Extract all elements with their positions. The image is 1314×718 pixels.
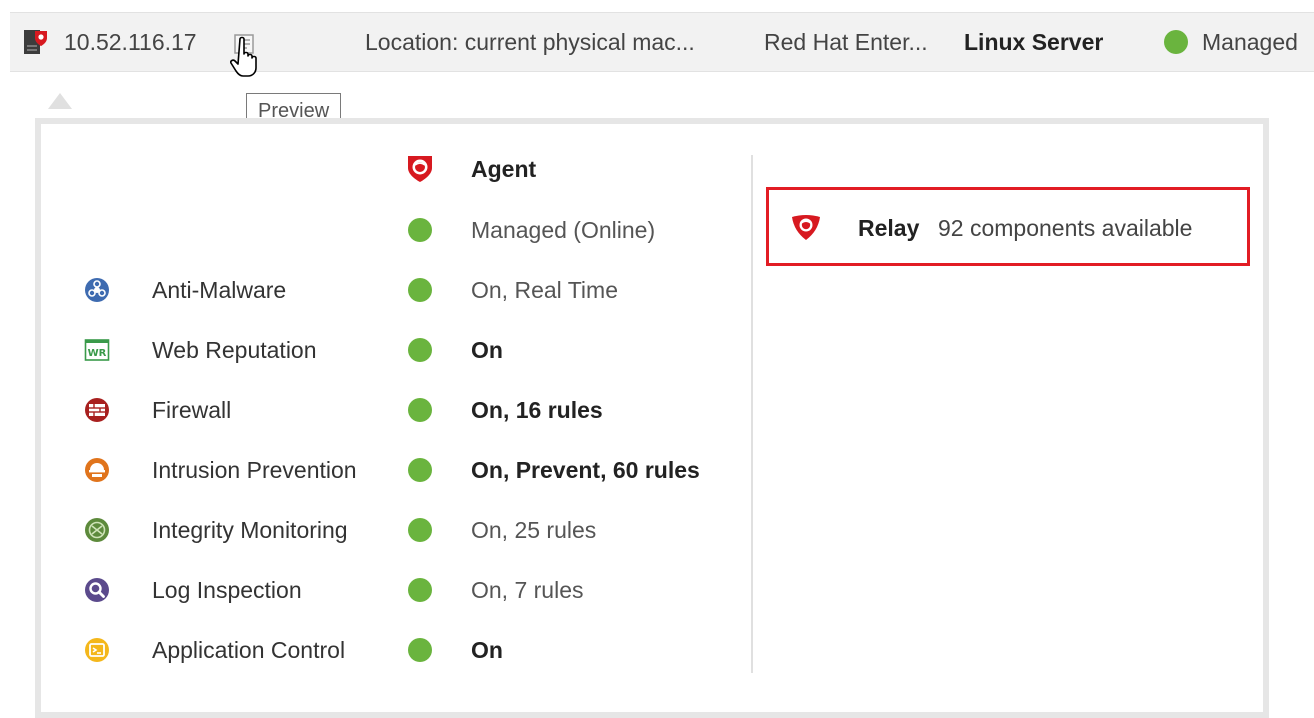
relay-components-info: 92 components available: [938, 215, 1193, 241]
relay-icon: [792, 215, 820, 240]
computer-ip[interactable]: 10.52.116.17: [64, 13, 197, 71]
feature-name: Integrity Monitoring: [152, 517, 348, 543]
preview-icon[interactable]: [232, 33, 258, 55]
firewall-icon: [85, 398, 109, 422]
status-dot: [408, 578, 432, 602]
feature-name: Firewall: [152, 397, 232, 423]
feature-status: On, 25 rules: [471, 517, 597, 543]
feature-row-log-inspection: Log Inspection On, 7 rules: [0, 570, 740, 610]
server-shield-icon: [24, 30, 47, 54]
popup-divider: [751, 155, 753, 673]
status-dot: [408, 458, 432, 482]
feature-status: On, 7 rules: [471, 577, 584, 603]
feature-row-anti-malware: Anti-Malware On, Real Time: [0, 270, 740, 310]
feature-status: On: [471, 337, 503, 363]
computer-location: Location: current physical mac...: [365, 29, 695, 55]
relay-label: Relay: [858, 215, 920, 241]
svg-text:WR: WR: [88, 348, 107, 359]
status-dot: [408, 338, 432, 362]
feature-status: On, 16 rules: [471, 397, 603, 423]
integrity-monitoring-icon: [85, 518, 109, 542]
computer-row[interactable]: 10.52.116.17 Location: current physical …: [10, 12, 1314, 72]
feature-status: On, Real Time: [471, 277, 618, 303]
web-reputation-icon: WR: [84, 339, 110, 361]
feature-name: Application Control: [152, 637, 346, 663]
status-dot: [408, 398, 432, 422]
anti-malware-icon: [85, 278, 109, 302]
feature-name: Intrusion Prevention: [152, 457, 357, 483]
status-dot: [408, 278, 432, 302]
computer-status-dot: [1164, 30, 1188, 54]
feature-status: On: [471, 637, 503, 663]
feature-row-web-reputation: WR Web Reputation On: [0, 330, 740, 370]
log-inspection-icon: [85, 578, 109, 602]
popup-arrow: [48, 93, 72, 109]
agent-icon: [408, 156, 432, 182]
feature-row-intrusion-prevention: Intrusion Prevention On, Prevent, 60 rul…: [0, 450, 740, 490]
feature-row-integrity-monitoring: Integrity Monitoring On, 25 rules: [0, 510, 740, 550]
application-control-icon: [85, 638, 109, 662]
feature-row-firewall: Firewall On, 16 rules: [0, 390, 740, 430]
computer-os: Red Hat Enter...: [764, 29, 928, 55]
status-dot: [408, 518, 432, 542]
agent-label: Agent: [471, 156, 537, 182]
feature-name: Web Reputation: [152, 337, 317, 363]
feature-row-application-control: Application Control On: [0, 630, 740, 670]
feature-name: Log Inspection: [152, 577, 302, 603]
feature-name: Anti-Malware: [152, 277, 287, 303]
status-dot: [408, 218, 432, 242]
status-dot: [408, 638, 432, 662]
computer-status: Managed: [1202, 29, 1298, 55]
agent-status-row: Managed (Online): [0, 210, 740, 250]
feature-status: On, Prevent, 60 rules: [471, 457, 700, 483]
intrusion-prevention-icon: [85, 458, 109, 482]
computer-platform: Linux Server: [964, 29, 1104, 55]
agent-status: Managed (Online): [471, 217, 656, 243]
